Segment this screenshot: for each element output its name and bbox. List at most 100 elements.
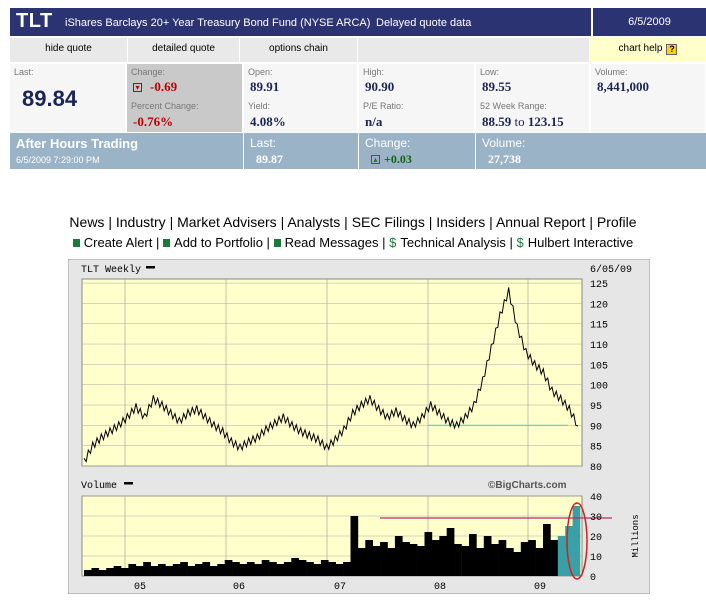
legend-swatch bbox=[124, 482, 133, 485]
volume-bar bbox=[106, 568, 114, 576]
link-insiders[interactable]: Insiders bbox=[436, 214, 485, 230]
volume-bar bbox=[335, 564, 344, 576]
pe-ratio-label: P/E Ratio: bbox=[363, 101, 404, 111]
volume-bar bbox=[365, 540, 373, 576]
link-hulbert-interactive[interactable]: Hulbert Interactive bbox=[528, 235, 634, 250]
low-label: Low: bbox=[480, 67, 500, 77]
alert-icon bbox=[72, 239, 80, 247]
link-annual-report[interactable]: Annual Report bbox=[496, 214, 586, 230]
last-value: 89.84 bbox=[22, 86, 78, 111]
volume-bar bbox=[209, 566, 218, 576]
volume-bar bbox=[320, 560, 329, 576]
x-tick-label: 05 bbox=[134, 582, 146, 593]
price-tick-label: 105 bbox=[590, 361, 608, 372]
detailed-quote-link[interactable]: detailed quote bbox=[152, 43, 215, 54]
price-tick-label: 125 bbox=[590, 280, 608, 291]
volume-bar bbox=[165, 566, 174, 576]
link-technical-analysis[interactable]: Technical Analysis bbox=[400, 235, 506, 250]
volume-bar bbox=[350, 516, 359, 576]
link-read-messages[interactable]: Read Messages bbox=[285, 235, 379, 250]
volume-bar bbox=[343, 562, 351, 576]
volume-bar bbox=[520, 542, 529, 576]
volume-bar bbox=[276, 564, 285, 576]
price-chart-title: TLT Weekly bbox=[81, 264, 141, 276]
volume-bar bbox=[483, 536, 492, 576]
link-separator: | bbox=[108, 214, 112, 230]
volume-tick-label: 0 bbox=[590, 573, 596, 584]
volume-bar bbox=[291, 558, 299, 576]
volume-bar bbox=[283, 562, 292, 576]
after-hours-change-cell: Change: ▴ +0.03 bbox=[359, 133, 475, 169]
link-separator: | bbox=[589, 214, 593, 230]
x-tick-label: 09 bbox=[534, 582, 546, 593]
x-tick-label: 06 bbox=[233, 582, 245, 593]
link-create-alert[interactable]: Create Alert bbox=[84, 235, 153, 250]
week-range-value: 88.59 to 123.15 bbox=[482, 114, 564, 130]
volume-bar bbox=[543, 524, 551, 576]
volume-bar bbox=[306, 562, 314, 576]
volume-bar bbox=[217, 564, 225, 576]
open-value: 89.91 bbox=[250, 79, 280, 94]
link-analysts[interactable]: Analysts bbox=[287, 214, 340, 230]
volume-bar bbox=[195, 564, 203, 576]
link-separator: | bbox=[428, 214, 433, 230]
volume-bar bbox=[513, 552, 522, 576]
help-icon: ? bbox=[666, 44, 678, 55]
volume-tick-label: 10 bbox=[590, 553, 602, 564]
link-sec-filings[interactable]: SEC Filings bbox=[352, 214, 425, 230]
volume-bar bbox=[417, 546, 425, 576]
high-cell: High: 90.90 P/E Ratio: n/a bbox=[359, 64, 475, 132]
change-cell: Change: ▾ -0.69 Percent Change: -0.76% bbox=[127, 64, 243, 132]
range-high: 123.15 bbox=[527, 114, 564, 129]
volume-bar bbox=[387, 548, 396, 576]
volume-chart-title: Volume bbox=[81, 480, 117, 492]
volume-bar bbox=[158, 564, 166, 576]
volume-bar bbox=[461, 546, 470, 576]
high-label: High: bbox=[363, 67, 385, 77]
volume-bar bbox=[394, 536, 403, 576]
link-separator: | bbox=[280, 214, 285, 230]
tool-links: Create Alert | Add to Portfolio | Read M… bbox=[0, 235, 706, 250]
volume-cell: Volume: 8,441,000 bbox=[591, 64, 706, 132]
hide-quote-link[interactable]: hide quote bbox=[45, 43, 92, 54]
volume-bar bbox=[84, 570, 92, 576]
volume-bar bbox=[91, 568, 100, 576]
watermark: ©BigCharts.com bbox=[488, 480, 567, 491]
volume-bar bbox=[476, 548, 485, 576]
x-tick-label: 08 bbox=[434, 582, 446, 593]
volume-bar bbox=[143, 562, 151, 576]
link-profile[interactable]: Profile bbox=[597, 214, 637, 230]
link-add-to-portfolio[interactable]: Add to Portfolio bbox=[174, 235, 263, 250]
link-industry[interactable]: Industry bbox=[116, 214, 166, 230]
link-news[interactable]: News bbox=[69, 214, 104, 230]
volume-bar bbox=[409, 544, 418, 576]
research-links: News | Industry | Market Advisers | Anal… bbox=[0, 214, 706, 230]
price-tick-label: 95 bbox=[590, 402, 602, 413]
detailed-quote-cell: detailed quote bbox=[128, 38, 239, 62]
chart-help-link[interactable]: chart help? bbox=[619, 43, 678, 55]
link-separator: | bbox=[156, 235, 160, 250]
volume-bar bbox=[121, 568, 129, 576]
legend-swatch bbox=[146, 266, 155, 269]
fund-name: iShares Barclays 20+ Year Treasury Bond … bbox=[65, 17, 371, 29]
volume-bar bbox=[469, 534, 477, 576]
link-market-advisers[interactable]: Market Advisers bbox=[177, 214, 277, 230]
high-value: 90.90 bbox=[365, 79, 395, 94]
options-chain-cell: options chain bbox=[240, 38, 357, 62]
open-label: Open: bbox=[248, 67, 273, 77]
after-hours-volume-label: Volume: bbox=[482, 136, 526, 150]
quote-date: 6/5/2009 bbox=[593, 8, 706, 36]
link-separator: | bbox=[382, 235, 386, 250]
link-separator: | bbox=[509, 235, 513, 250]
options-chain-link[interactable]: options chain bbox=[269, 43, 328, 54]
volume-bar bbox=[261, 560, 270, 576]
price-panel: 80 85 90 95 100 105 110 115 120 125 TLT Weekly 6/… bbox=[81, 264, 632, 474]
volume-bar bbox=[535, 548, 544, 576]
after-hours-last-label: Last: bbox=[250, 136, 277, 150]
volume-bar bbox=[180, 562, 188, 576]
volume-bar bbox=[313, 564, 322, 576]
down-arrow-icon: ▾ bbox=[133, 83, 142, 92]
price-tick-label: 120 bbox=[590, 300, 608, 311]
dollar-icon: $ bbox=[389, 235, 397, 250]
volume-value: 8,441,000 bbox=[597, 79, 649, 94]
